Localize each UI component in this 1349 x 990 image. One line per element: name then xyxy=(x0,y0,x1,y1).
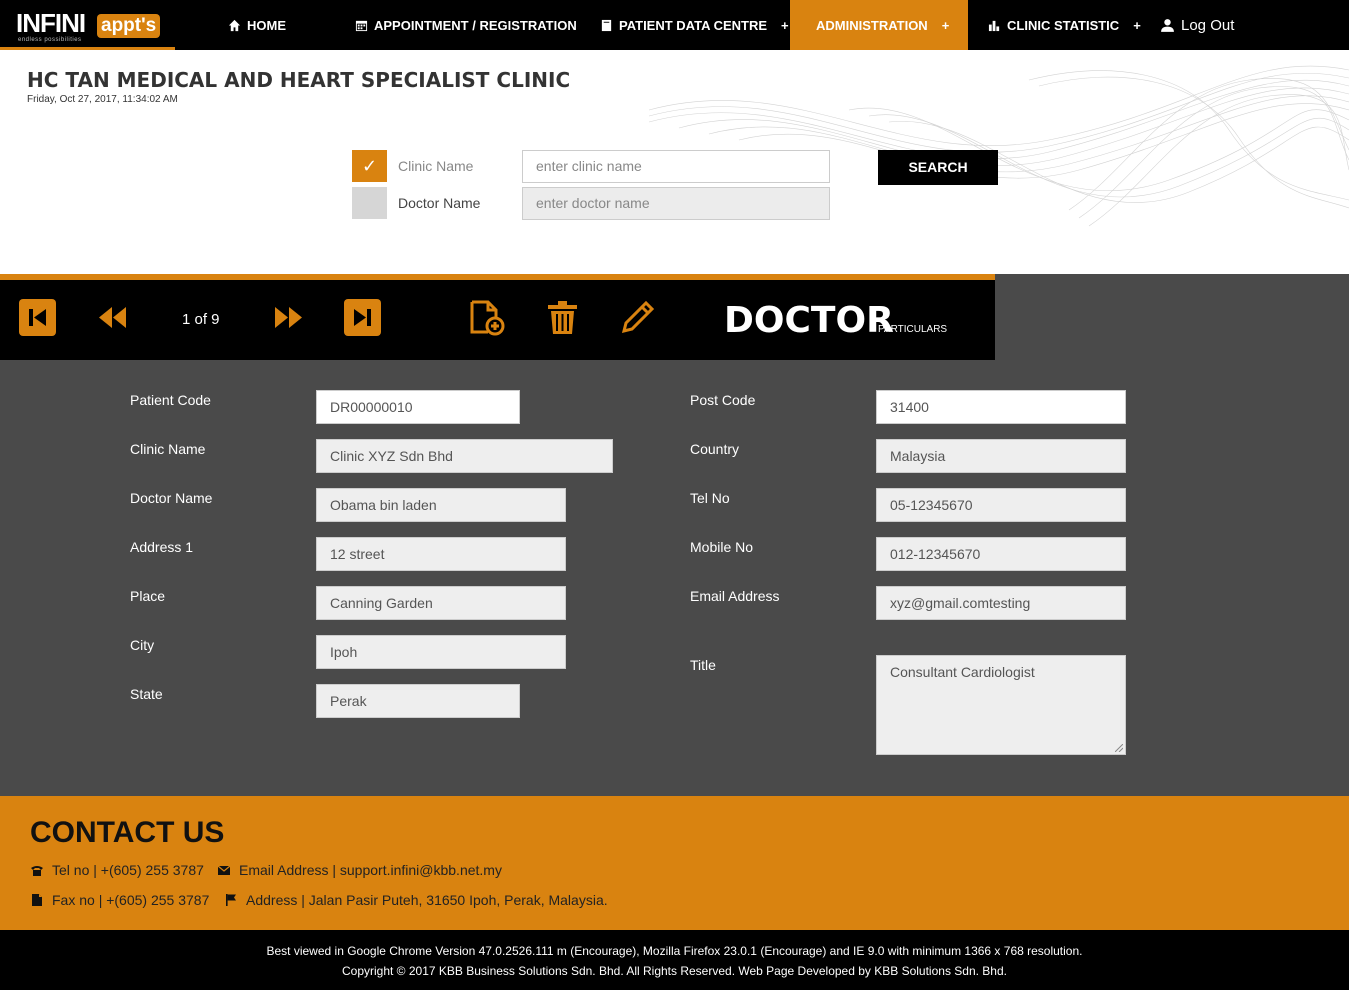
nav-patient-data-label: PATIENT DATA CENTRE xyxy=(619,17,768,33)
place-label: Place xyxy=(130,588,166,604)
country-label: Country xyxy=(690,441,740,457)
section-title: DOCTOR xyxy=(724,300,894,341)
add-record-icon[interactable] xyxy=(468,299,505,336)
title-value: Consultant Cardiologist xyxy=(890,664,1035,680)
contact-address: Address | Jalan Pasir Puteh, 31650 Ipoh,… xyxy=(224,892,608,908)
nav-appointment[interactable]: APPOINTMENT / REGISTRATION xyxy=(355,0,577,50)
page-header: HC TAN MEDICAL AND HEART SPECIALIST CLIN… xyxy=(0,50,1349,274)
envelope-icon xyxy=(217,865,231,875)
patient-code-label: Patient Code xyxy=(130,392,211,408)
plus-icon: + xyxy=(781,17,789,33)
place-field[interactable]: Canning Garden xyxy=(316,586,566,620)
phone-icon xyxy=(31,866,43,876)
plus-icon: + xyxy=(1133,17,1141,33)
nav-home[interactable]: HOME xyxy=(228,0,286,50)
state-field[interactable]: Perak xyxy=(316,684,520,718)
section-subtitle: PARTICULARS xyxy=(878,324,948,335)
footer-browser-note: Best viewed in Google Chrome Version 47.… xyxy=(266,944,1083,958)
nav-clinic-statistic[interactable]: CLINIC STATISTIC + xyxy=(988,0,1141,50)
state-label: State xyxy=(130,686,163,702)
address-field[interactable]: 12 street xyxy=(316,537,566,571)
nav-home-label: HOME xyxy=(247,17,286,33)
datetime-text: Friday, Oct 27, 2017, 11:34:02 AM xyxy=(27,94,178,105)
email-label: Email Address xyxy=(690,588,780,604)
record-toolbar: 1 of 9 DOCTOR PARTICULARS xyxy=(0,280,995,360)
title-label: Title xyxy=(690,657,716,673)
contact-fax: Fax no | +(605) 255 3787 xyxy=(30,892,209,908)
contact-email-text[interactable]: Email Address | support.infini@kbb.net.m… xyxy=(239,862,502,878)
clinic-name-checkbox[interactable]: ✓ xyxy=(352,150,387,182)
first-record-icon[interactable] xyxy=(19,299,56,336)
clinic-name-label: Clinic Name xyxy=(130,441,206,457)
logo[interactable]: INFINI appt's endless possibilities xyxy=(0,0,175,50)
city-label: City xyxy=(130,637,155,653)
user-icon xyxy=(1161,18,1174,32)
tel-no-field[interactable]: 05-12345670 xyxy=(876,488,1126,522)
delete-record-icon[interactable] xyxy=(544,299,581,336)
contact-section: CONTACT US Tel no | +(605) 255 3787 Emai… xyxy=(0,796,1349,930)
post-code-label: Post Code xyxy=(690,392,756,408)
home-icon xyxy=(228,19,241,31)
contact-address-text: Address | Jalan Pasir Puteh, 31650 Ipoh,… xyxy=(246,892,608,908)
mobile-no-label: Mobile No xyxy=(690,539,754,555)
contact-tel-text: Tel no | +(605) 255 3787 xyxy=(52,862,204,878)
title-textarea[interactable]: Consultant Cardiologist xyxy=(876,655,1126,755)
patient-code-field[interactable]: DR00000010 xyxy=(316,390,520,424)
checkmark-icon: ✓ xyxy=(361,156,378,176)
nav-patient-data[interactable]: PATIENT DATA CENTRE + xyxy=(600,0,789,50)
email-field[interactable]: xyz@gmail.comtesting xyxy=(876,586,1126,620)
doctor-name-label: Doctor Name xyxy=(130,490,213,506)
nav-logout-label: Log Out xyxy=(1181,16,1235,34)
next-record-icon[interactable] xyxy=(270,299,307,336)
plus-icon: + xyxy=(941,17,950,33)
doctor-name-label: Doctor Name xyxy=(398,195,481,211)
logo-text: INFINI xyxy=(16,8,86,38)
nav-administration-label: ADMINISTRATION xyxy=(816,17,928,33)
fax-icon xyxy=(32,894,42,906)
top-nav: INFINI appt's endless possibilities HOME… xyxy=(0,0,1349,50)
nav-clinic-statistic-label: CLINIC STATISTIC xyxy=(1007,17,1120,33)
resize-handle-icon[interactable] xyxy=(1115,744,1123,752)
clinic-name-field[interactable]: Clinic XYZ Sdn Bhd xyxy=(316,439,613,473)
doctor-name-field[interactable]: Obama bin laden xyxy=(316,488,566,522)
edit-record-icon[interactable] xyxy=(619,299,656,336)
record-pager: 1 of 9 xyxy=(182,311,220,328)
search-button[interactable]: SEARCH xyxy=(878,150,998,185)
page-title: HC TAN MEDICAL AND HEART SPECIALIST CLIN… xyxy=(27,68,571,92)
mobile-no-field[interactable]: 012-12345670 xyxy=(876,537,1126,571)
logo-tagline: endless possibilities xyxy=(18,37,82,43)
doctor-name-search-input[interactable]: enter doctor name xyxy=(522,187,830,220)
contact-tel: Tel no | +(605) 255 3787 xyxy=(30,862,204,878)
contact-email: Email Address | support.infini@kbb.net.m… xyxy=(217,862,502,878)
calendar-icon xyxy=(355,20,368,31)
flag-icon xyxy=(226,894,236,906)
post-code-field[interactable]: 31400 xyxy=(876,390,1126,424)
bar-chart-icon xyxy=(988,20,1000,31)
contact-heading: CONTACT US xyxy=(30,816,225,849)
city-field[interactable]: Ipoh xyxy=(316,635,566,669)
previous-record-icon[interactable] xyxy=(94,299,131,336)
last-record-icon[interactable] xyxy=(344,299,381,336)
book-icon xyxy=(601,19,612,31)
footer: Best viewed in Google Chrome Version 47.… xyxy=(0,930,1349,990)
clinic-name-search-input[interactable]: enter clinic name xyxy=(522,150,830,183)
nav-logout[interactable]: Log Out xyxy=(1160,0,1234,50)
nav-administration[interactable]: ADMINISTRATION + xyxy=(790,0,968,50)
tel-no-label: Tel No xyxy=(690,490,730,506)
address-label: Address 1 xyxy=(130,539,194,555)
footer-copyright: Copyright © 2017 KBB Business Solutions … xyxy=(341,964,1007,978)
contact-fax-text: Fax no | +(605) 255 3787 xyxy=(52,892,210,908)
clinic-name-label: Clinic Name xyxy=(398,158,474,174)
nav-appointment-label: APPOINTMENT / REGISTRATION xyxy=(374,17,577,33)
country-field[interactable]: Malaysia xyxy=(876,439,1126,473)
doctor-name-checkbox[interactable] xyxy=(352,187,387,219)
logo-badge: appt's xyxy=(97,14,161,38)
